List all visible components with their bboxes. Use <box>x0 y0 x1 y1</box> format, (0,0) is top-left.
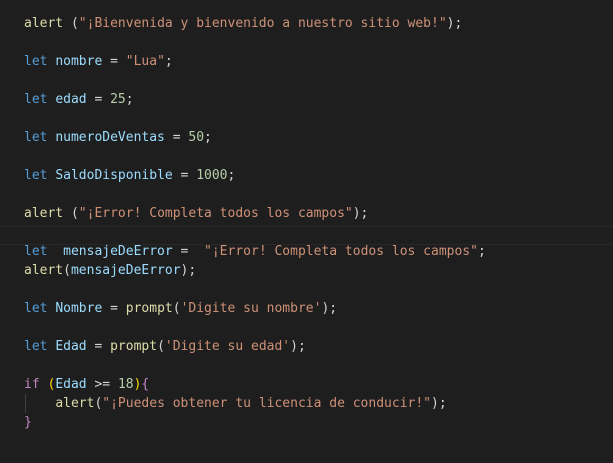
code-line-1[interactable]: alert ("¡Bienvenida y bienvenido a nuest… <box>24 14 613 33</box>
token-punctuation: ); <box>290 339 306 354</box>
token-punctuation: ( <box>172 301 181 316</box>
code-line-12[interactable]: alert("¡Puedes obtener tu licencia de co… <box>24 394 613 413</box>
token-string: "¡Error! Completa todos los campos" <box>204 244 478 259</box>
token-variable: SaldoDisponible <box>55 168 173 183</box>
token-function: prompt <box>125 301 173 316</box>
code-line-2[interactable]: let nombre = "Lua"; <box>24 52 613 71</box>
token-punctuation: ; <box>477 244 486 259</box>
code-line-7[interactable]: let mensajeDeError = "¡Error! Completa t… <box>24 242 613 261</box>
code-line-5[interactable]: let SaldoDisponible = 1000; <box>24 166 613 185</box>
token-operator: >= <box>86 377 118 392</box>
code-line-13[interactable]: } <box>24 413 613 432</box>
token-punctuation: ; <box>204 130 212 145</box>
code-line-8[interactable]: alert(mensajeDeError); <box>24 261 613 280</box>
token-punctuation: ( <box>157 339 165 354</box>
token-keyword: let <box>24 168 48 183</box>
token-punctuation: ); <box>321 301 338 316</box>
token-number: 18 <box>117 377 134 392</box>
token-function: alert <box>55 396 95 411</box>
token-string: "¡Bienvenida y bienvenido a nuestro siti… <box>78 16 447 31</box>
token-variable: nombre <box>55 54 103 69</box>
code-line-6[interactable]: alert ("¡Error! Completa todos los campo… <box>24 204 613 223</box>
code-line-9[interactable]: let Nombre = prompt('Digite su nombre'); <box>24 299 613 318</box>
token-number: 50 <box>188 130 205 145</box>
token-operator: = <box>102 301 126 316</box>
token-punctuation: ( <box>63 16 79 31</box>
token-operator: = <box>86 92 111 107</box>
code-line-4[interactable]: let numeroDeVentas = 50; <box>24 128 613 147</box>
token-punctuation: ; <box>164 54 173 69</box>
token-string: "¡Puedes obtener tu licencia de conducir… <box>102 396 432 411</box>
token-keyword: let <box>24 92 48 107</box>
token-operator: = <box>102 54 126 69</box>
token-function: alert <box>24 16 64 31</box>
token-control-keyword: if <box>24 377 40 392</box>
token-brace: { <box>141 377 150 392</box>
token-punctuation: ; <box>227 168 236 183</box>
token-keyword: let <box>24 339 48 354</box>
token-keyword: let <box>24 54 48 69</box>
token-operator: = <box>172 168 197 183</box>
code-editor[interactable]: alert ("¡Bienvenida y bienvenido a nuest… <box>0 0 613 463</box>
token-variable: Edad <box>55 377 87 392</box>
token-string: 'Digite su nombre' <box>180 301 322 316</box>
token-keyword: let <box>24 301 48 316</box>
token-string: "¡Error! Completa todos los campos" <box>78 206 353 221</box>
token-function: alert <box>24 263 64 278</box>
token-punctuation: ( <box>63 263 71 278</box>
token-string: 'Digite su edad' <box>164 339 291 354</box>
code-line-3[interactable]: let edad = 25; <box>24 90 613 109</box>
token-function: prompt <box>110 339 158 354</box>
code-line-10[interactable]: let Edad = prompt('Digite su edad'); <box>24 337 613 356</box>
token-string: "Lua" <box>125 54 165 69</box>
token-punctuation: ); <box>352 206 369 221</box>
token-variable: mensajeDeError <box>70 263 181 278</box>
token-number: 1000 <box>196 168 228 183</box>
token-punctuation: ); <box>446 16 463 31</box>
token-operator: = <box>172 244 205 259</box>
token-brace: } <box>24 415 32 430</box>
token-keyword: let <box>24 244 48 259</box>
token-number: 25 <box>110 92 126 107</box>
token-punctuation: ); <box>180 263 197 278</box>
token-function: alert <box>24 206 64 221</box>
token-variable: mensajeDeError <box>63 244 173 259</box>
token-variable: Edad <box>55 339 87 354</box>
token-variable: Nombre <box>55 301 103 316</box>
token-variable: edad <box>55 92 87 107</box>
token-operator: = <box>164 130 189 145</box>
token-operator: = <box>86 339 111 354</box>
token-variable: numeroDeVentas <box>55 130 165 145</box>
token-punctuation: ; <box>125 92 134 107</box>
token-punctuation: ); <box>431 396 447 411</box>
token-keyword: let <box>24 130 48 145</box>
code-line-11[interactable]: if (Edad >= 18){ <box>24 375 613 394</box>
token-punctuation: ( <box>63 206 79 221</box>
